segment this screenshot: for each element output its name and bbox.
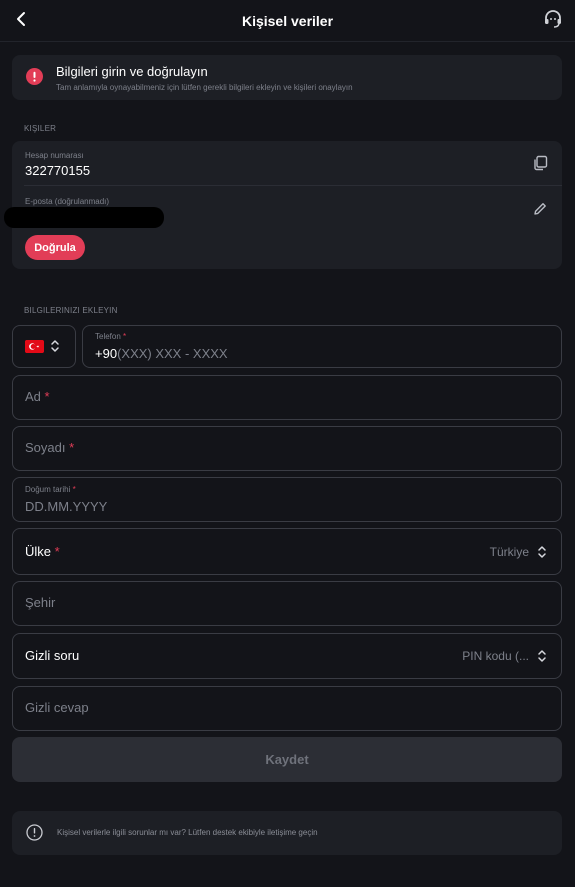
country-select[interactable]: Ülke * Türkiye xyxy=(12,528,562,575)
country-value: Türkiye xyxy=(489,545,529,559)
verify-email-button[interactable]: Doğrula xyxy=(25,235,85,260)
birth-date-label: Doğum tarihi * xyxy=(25,485,76,494)
phone-placeholder: (XXX) XXX - XXXX xyxy=(117,346,228,361)
secret-question-select[interactable]: Gizli soru PIN kodu (... xyxy=(12,633,562,679)
country-label: Ülke * xyxy=(25,544,60,559)
secret-question-label: Gizli soru xyxy=(25,648,80,663)
phone-input[interactable]: +90(XXX) XXX - XXXX xyxy=(95,346,228,361)
alert-subtitle: Tam anlamıyla oynayabilmeniz için lütfen… xyxy=(56,83,353,92)
save-button[interactable]: Kaydet xyxy=(12,737,562,782)
support-headset-icon xyxy=(545,10,561,28)
email-label: E-posta (doğrulanmadı) xyxy=(25,197,110,206)
top-bar: Kişisel veriler xyxy=(0,0,575,42)
chevron-updown-icon xyxy=(51,340,59,352)
account-number-label: Hesap numarası xyxy=(25,151,84,160)
page-title: Kişisel veriler xyxy=(241,12,334,29)
add-info-section-label: BILGILERINIZI EKLEYIN xyxy=(24,306,118,315)
copy-icon xyxy=(534,155,548,171)
phone-prefix: +90 xyxy=(95,346,118,361)
birth-date-placeholder: DD.MM.YYYY xyxy=(25,499,108,514)
chevron-updown-icon xyxy=(538,650,546,662)
support-help-text: Kişisel verilerle ilgili sorunlar mı var… xyxy=(57,828,318,837)
email-value-redacted xyxy=(4,207,164,228)
alert-title: Bilgileri girin ve doğrulayın xyxy=(56,64,208,79)
phone-field[interactable]: Telefon * +90(XXX) XXX - XXXX xyxy=(82,325,562,368)
phone-country-select[interactable] xyxy=(12,325,76,368)
support-button[interactable] xyxy=(541,7,565,31)
copy-account-button[interactable] xyxy=(530,153,550,173)
info-icon xyxy=(26,824,43,841)
alert-icon xyxy=(26,68,43,85)
chevron-left-icon xyxy=(17,12,25,26)
verification-alert: Bilgileri girin ve doğrulayın Tam anlamı… xyxy=(12,55,562,100)
secret-answer-placeholder: Gizli cevap xyxy=(25,700,89,715)
phone-label: Telefon * xyxy=(95,332,127,341)
birth-date-field[interactable]: Doğum tarihi * DD.MM.YYYY xyxy=(12,477,562,522)
first-name-field[interactable]: Ad * xyxy=(12,375,562,420)
edit-email-button[interactable] xyxy=(530,199,550,219)
back-button[interactable] xyxy=(10,8,32,30)
city-placeholder: Şehir xyxy=(25,595,56,610)
divider xyxy=(24,185,562,186)
turkey-flag-icon xyxy=(25,340,44,353)
last-name-placeholder: Soyadı * xyxy=(25,440,75,455)
contacts-section-label: KIŞILER xyxy=(24,124,57,133)
contacts-card: Hesap numarası 322770155 E-posta (doğrul… xyxy=(12,141,562,269)
secret-answer-field[interactable]: Gizli cevap xyxy=(12,686,562,731)
city-field[interactable]: Şehir xyxy=(12,581,562,626)
first-name-placeholder: Ad * xyxy=(25,389,50,404)
personal-data-screen: Kişisel veriler Bilgileri girin ve doğru… xyxy=(0,0,575,887)
account-number-value: 322770155 xyxy=(25,163,91,178)
secret-question-value: PIN kodu (... xyxy=(462,649,529,663)
pencil-icon xyxy=(534,203,546,215)
last-name-field[interactable]: Soyadı * xyxy=(12,426,562,471)
support-help-card[interactable]: Kişisel verilerle ilgili sorunlar mı var… xyxy=(12,811,562,855)
chevron-updown-icon xyxy=(538,546,546,558)
